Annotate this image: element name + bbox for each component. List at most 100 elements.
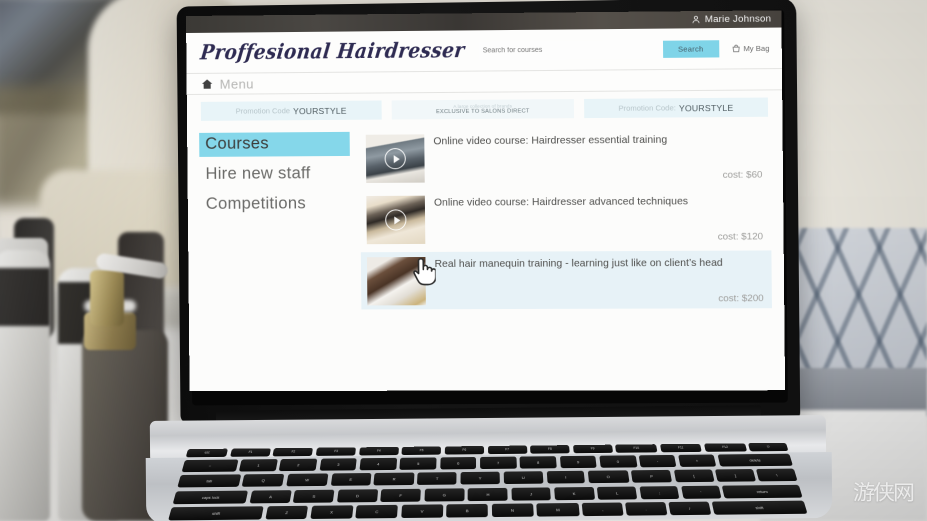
keyboard-key[interactable]: F2 (272, 447, 314, 457)
course-info: Online video course: Hairdresser advance… (434, 194, 765, 244)
site-logo[interactable]: Proffesional Hairdresser (199, 39, 466, 65)
keyboard-key[interactable]: shift (711, 500, 808, 515)
keyboard-key[interactable]: tab (177, 474, 242, 488)
keyboard-key[interactable]: caps lock (172, 490, 249, 504)
keyboard-key[interactable]: F4 (358, 446, 399, 456)
keyboard-key[interactable]: F7 (487, 445, 527, 455)
keyboard-key[interactable]: . (625, 501, 668, 516)
search-button[interactable]: Search (662, 39, 719, 58)
promo-banner-right[interactable]: Promotion Code: YOURSTYLE (584, 97, 769, 119)
course-title: Online video course: Hairdresser essenti… (433, 134, 668, 148)
sidebar-item-competitions[interactable]: Competitions (200, 192, 351, 217)
keyboard-key[interactable]: Z (264, 505, 309, 520)
keyboard-key[interactable]: F1 (229, 448, 271, 457)
laptop-keyboard[interactable]: esc F1 F2 F3 F4 F5 F6 F7 F8 F9 F10 F11 F12 ⏻ ~1 2 3 4 5 6 7… (161, 442, 812, 521)
keyboard-key[interactable]: S (293, 489, 335, 503)
home-icon[interactable] (201, 77, 214, 90)
course-list-item[interactable]: Real hair manequin training - learning j… (360, 250, 772, 310)
video-play-icon[interactable] (384, 148, 406, 170)
keyboard-key[interactable]: ; (639, 485, 680, 499)
menu-label: Menu (219, 75, 254, 92)
keyboard-key[interactable]: W (285, 473, 329, 487)
keyboard-key[interactable]: \ (756, 468, 798, 482)
keyboard-key[interactable]: E (330, 473, 372, 487)
sidebar-item-hire-new-staff[interactable]: Hire new staff (199, 162, 350, 187)
keyboard-key[interactable]: , (582, 502, 624, 516)
keyboard-key[interactable]: N (491, 503, 534, 517)
keyboard-key[interactable]: X (310, 505, 354, 519)
promo-banner-middle[interactable]: A large collection of brands EXCLUSIVE T… (391, 99, 575, 120)
keyboard-key[interactable]: return (722, 484, 803, 498)
sidebar-item-label: Competitions (205, 194, 307, 213)
keyboard-key[interactable]: ' (680, 485, 722, 499)
keyboard-key[interactable]: 1 (238, 459, 278, 472)
keyboard-key[interactable]: L (596, 486, 638, 500)
course-thumbnail[interactable] (365, 134, 425, 183)
keyboard-key[interactable]: 4 (359, 458, 397, 471)
keyboard-key[interactable]: H (468, 487, 509, 501)
keyboard-key[interactable]: C (355, 504, 399, 519)
keyboard-key[interactable]: 0 (599, 455, 638, 468)
keyboard-key[interactable]: A (249, 489, 292, 503)
keyboard-key[interactable]: F6 (444, 446, 484, 455)
keyboard-key[interactable]: U (503, 471, 544, 485)
keyboard-key[interactable]: F8 (530, 445, 570, 454)
keyboard-key[interactable]: K (553, 486, 595, 500)
keyboard-key[interactable]: 7 (479, 456, 517, 470)
keyboard-key[interactable]: F3 (315, 447, 357, 456)
keyboard-key[interactable]: G (423, 487, 465, 502)
course-list-item[interactable]: Online video course: Hairdresser essenti… (360, 127, 771, 187)
keyboard-key[interactable]: F12 (703, 443, 747, 452)
search-input[interactable] (478, 39, 663, 60)
keyboard-key[interactable]: - (638, 455, 677, 468)
keyboard-key[interactable]: delete (717, 453, 794, 467)
keyboard-key[interactable]: / (668, 501, 711, 515)
course-info: Real hair manequin training - learning j… (435, 256, 766, 306)
keyboard-key[interactable]: 6 (439, 457, 477, 470)
keyboard-key[interactable]: F5 (401, 446, 442, 456)
course-thumbnail[interactable] (366, 195, 426, 245)
course-list-item[interactable]: Online video course: Hairdresser advance… (360, 189, 771, 249)
keyboard-key[interactable]: V (401, 504, 443, 518)
keyboard-key[interactable]: I (546, 471, 586, 484)
keyboard-key[interactable]: esc (185, 448, 229, 458)
sidebar-nav: Courses Hire new staff Competitions (199, 130, 351, 314)
keyboard-key[interactable]: M (536, 502, 580, 517)
promo-banner-left[interactable]: Promotion Code YOURSTYLE (200, 100, 382, 121)
course-info: Online video course: Hairdresser essenti… (433, 132, 764, 183)
keyboard-key[interactable]: 3 (319, 458, 358, 471)
keyboard-key[interactable]: 9 (559, 455, 597, 469)
my-bag-button[interactable]: My Bag (731, 43, 769, 52)
promo-right-code: YOURSTYLE (678, 102, 734, 113)
sidebar-item-courses[interactable]: Courses (199, 131, 350, 157)
keyboard-key[interactable]: R (373, 472, 415, 486)
promotion-bar: Promotion Code YOURSTYLE A large collect… (187, 90, 783, 121)
keyboard-key[interactable]: T (417, 472, 457, 486)
video-play-icon[interactable] (385, 209, 407, 231)
keyboard-key[interactable]: ] (715, 469, 756, 483)
keyboard-key[interactable]: ⏻ (748, 442, 789, 452)
keyboard-key[interactable]: ~ (181, 459, 239, 473)
keyboard-key[interactable]: Y (460, 472, 500, 485)
keyboard-key[interactable]: F10 (615, 444, 658, 453)
web-page: Marie Johnson Proffesional Hairdresser S… (186, 10, 786, 392)
keyboard-key[interactable]: + (677, 454, 717, 468)
keyboard-row-bottom: shift Z X C V B N M,. / shift (166, 500, 808, 521)
keyboard-key[interactable]: 5 (399, 457, 437, 471)
keyboard-key[interactable]: Q (241, 474, 285, 488)
keyboard-key[interactable]: F9 (572, 444, 613, 454)
course-title: Online video course: Hairdresser advance… (433, 196, 689, 209)
keyboard-key[interactable]: 2 (279, 458, 318, 472)
user-account[interactable]: Marie Johnson (691, 13, 771, 25)
keyboard-key[interactable]: P (631, 470, 673, 484)
keyboard-key[interactable]: [ (673, 469, 715, 483)
keyboard-key[interactable]: D (336, 488, 378, 503)
keyboard-key[interactable]: F (380, 488, 421, 502)
keyboard-key[interactable]: B (446, 503, 488, 518)
keyboard-key[interactable]: shift (168, 506, 264, 521)
sidebar-item-label: Courses (205, 134, 269, 153)
keyboard-key[interactable]: O (587, 470, 630, 484)
keyboard-key[interactable]: 8 (519, 456, 557, 469)
keyboard-key[interactable]: F11 (659, 443, 703, 453)
keyboard-key[interactable]: J (511, 487, 551, 501)
